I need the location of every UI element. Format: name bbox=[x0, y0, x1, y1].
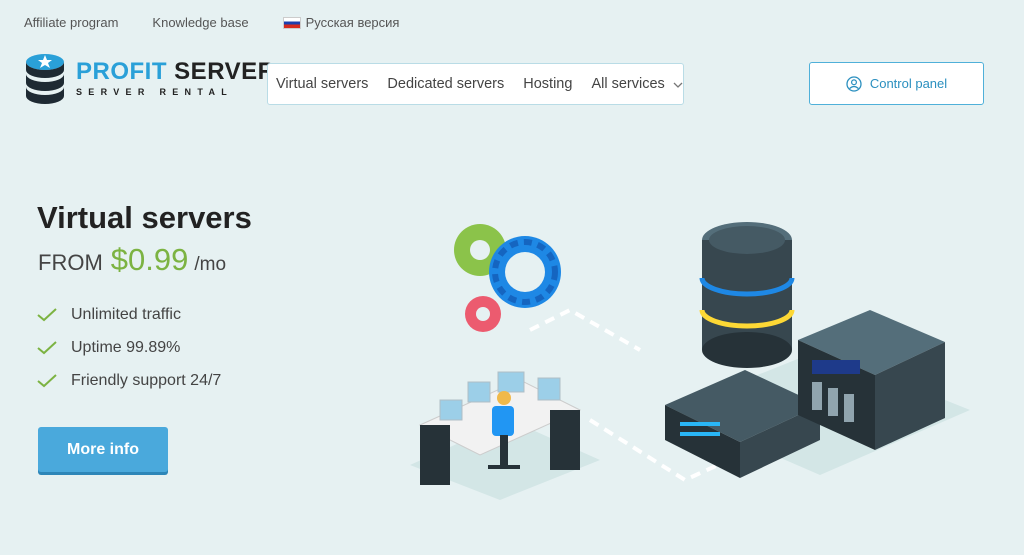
more-info-button[interactable]: More info bbox=[38, 427, 168, 472]
logo-title: PROFIT SERVER bbox=[76, 58, 276, 85]
feature-item: Uptime 99.89% bbox=[36, 331, 221, 364]
top-links: Affiliate program Knowledge base Русская… bbox=[24, 15, 433, 30]
feature-item: Friendly support 24/7 bbox=[36, 364, 221, 397]
nav-hosting[interactable]: Hosting bbox=[523, 76, 572, 92]
database-icon bbox=[699, 222, 795, 368]
nav-virtual-servers[interactable]: Virtual servers bbox=[276, 76, 368, 92]
check-icon bbox=[37, 340, 57, 354]
feature-list: Unlimited traffic Uptime 99.89% Friendly… bbox=[36, 298, 221, 397]
server-illustration bbox=[410, 222, 970, 500]
affiliate-program-link[interactable]: Affiliate program bbox=[24, 15, 118, 30]
logo-subtitle: SERVER RENTAL bbox=[76, 87, 234, 97]
logo[interactable]: PROFIT SERVER SERVER RENTAL bbox=[24, 52, 275, 104]
feature-item: Unlimited traffic bbox=[36, 298, 221, 331]
blue-gear-icon bbox=[489, 236, 561, 308]
check-icon bbox=[37, 307, 57, 321]
russian-version-link[interactable]: Русская версия bbox=[282, 15, 400, 30]
hero-title: Virtual servers bbox=[37, 200, 252, 235]
price-amount: $0.99 bbox=[110, 242, 189, 277]
user-icon bbox=[846, 75, 862, 92]
nav-all-services[interactable]: All services bbox=[591, 76, 683, 92]
price-unit: /mo bbox=[194, 254, 227, 275]
main-nav: Virtual servers Dedicated servers Hostin… bbox=[267, 63, 684, 105]
server-star-logo-icon bbox=[26, 54, 64, 104]
pink-gear-icon bbox=[465, 296, 501, 332]
russian-version-label: Русская версия bbox=[305, 15, 400, 30]
control-panel-button[interactable]: Control panel bbox=[809, 62, 984, 105]
check-icon bbox=[37, 373, 57, 387]
knowledge-base-link[interactable]: Knowledge base bbox=[152, 15, 248, 30]
workstation-illustration bbox=[418, 371, 582, 485]
chevron-down-icon bbox=[673, 82, 683, 88]
hero-price: FROM $0.99 /mo bbox=[38, 242, 226, 278]
nav-dedicated-servers[interactable]: Dedicated servers bbox=[387, 76, 504, 92]
russia-flag-icon bbox=[282, 16, 301, 29]
price-prefix: FROM bbox=[38, 250, 103, 275]
control-panel-label: Control panel bbox=[869, 76, 948, 91]
